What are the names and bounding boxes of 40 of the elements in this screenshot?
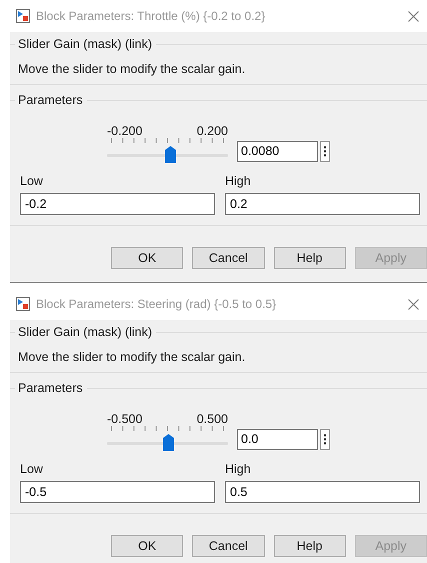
high-field[interactable]: 0.2: [225, 193, 420, 215]
low-label: Low: [20, 173, 43, 190]
slider-min-label: -0.500: [107, 411, 142, 426]
block-icon: [16, 9, 30, 23]
section-title: Parameters: [17, 92, 83, 109]
close-icon[interactable]: [408, 298, 419, 310]
value-field[interactable]: 0.0080: [237, 140, 318, 162]
slider-min-label: -0.200: [107, 123, 142, 138]
low-label: Low: [20, 461, 43, 478]
low-field[interactable]: -0.2: [20, 193, 215, 215]
slider-track[interactable]: [107, 138, 228, 164]
high-label: High: [225, 173, 251, 190]
close-icon[interactable]: [408, 10, 419, 22]
dialog-button[interactable]: OK: [111, 535, 184, 557]
dialog-button[interactable]: Cancel: [192, 535, 264, 557]
description-text: Move the slider to modify the scalar gain.: [18, 348, 246, 366]
dialog-button: Apply: [354, 247, 427, 269]
high-field[interactable]: 0.5: [225, 481, 420, 503]
high-label: High: [225, 461, 251, 478]
window-title: Block Parameters: Throttle (%) {-0.2 to 0.2}: [36, 8, 266, 25]
dialog-button[interactable]: Help: [274, 535, 346, 557]
window-title: Block Parameters: Steering (rad) {-0.5 to 0.5}: [36, 296, 276, 313]
slider-max-label: 0.500: [196, 411, 228, 426]
group-title: Slider Gain (mask) (link): [17, 324, 152, 341]
dialog-button[interactable]: Cancel: [192, 247, 264, 269]
slider-track[interactable]: [107, 426, 228, 452]
group-title: Slider Gain (mask) (link): [17, 36, 152, 53]
slider-max-label: 0.200: [196, 123, 228, 138]
dialog-button: Apply: [354, 535, 427, 557]
dialog-button[interactable]: Help: [274, 247, 346, 269]
slider-thumb[interactable]: [162, 434, 174, 451]
description-text: Move the slider to modify the scalar gain.: [18, 60, 246, 78]
menu-button[interactable]: ⋮: [320, 428, 330, 450]
value-field[interactable]: 0.0: [237, 428, 318, 450]
low-field[interactable]: -0.5: [20, 481, 215, 503]
section-title: Parameters: [17, 380, 83, 397]
menu-button[interactable]: ⋮: [320, 140, 330, 162]
block-icon: [16, 297, 30, 311]
slider-thumb[interactable]: [164, 146, 176, 163]
dialog-button[interactable]: OK: [111, 247, 184, 269]
